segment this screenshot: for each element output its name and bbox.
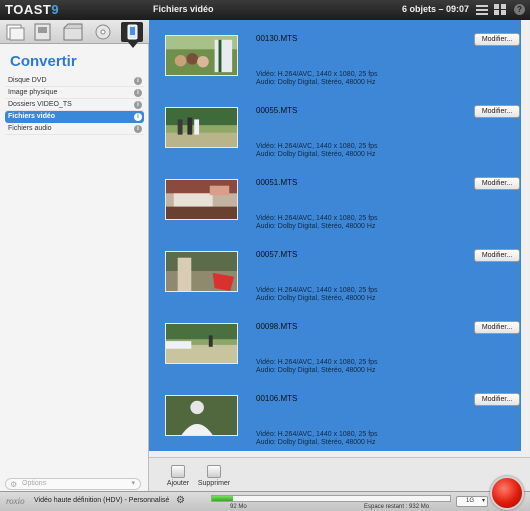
- audio-info: Audio: Dolby Digital, Stéréo, 48000 Hz: [256, 295, 376, 302]
- video-info: Vidéo: H.264/AVC, 1440 x 1080, 25 fps: [256, 287, 378, 294]
- file-name: 00130.MTS: [256, 34, 298, 43]
- options-button[interactable]: ⚙ Options ▾: [5, 478, 141, 490]
- video-thumbnail: [165, 107, 238, 148]
- modify-button[interactable]: Modifier...: [474, 177, 520, 190]
- menu-item-label: Image physique: [8, 89, 58, 96]
- audio-info: Audio: Dolby Digital, Stéréo, 48000 Hz: [256, 151, 376, 158]
- file-name: 00055.MTS: [256, 106, 298, 115]
- menu-item-video-files[interactable]: Fichiers vidéo i: [5, 111, 144, 123]
- record-button[interactable]: [490, 476, 524, 510]
- modify-button[interactable]: Modifier...: [474, 33, 520, 46]
- list-view-icon[interactable]: [476, 4, 488, 15]
- app-version: 9: [51, 2, 60, 17]
- file-row[interactable]: 00057.MTS Vidéo: H.264/AVC, 1440 x 1080,…: [149, 236, 521, 308]
- convert-device-icon: [127, 24, 138, 40]
- roxio-logo: roxio: [6, 496, 25, 506]
- file-row[interactable]: 00098.MTS Vidéo: H.264/AVC, 1440 x 1080,…: [149, 308, 521, 380]
- app-name: TOAST: [5, 2, 52, 17]
- file-list: 00130.MTS Vidéo: H.264/AVC, 1440 x 1080,…: [149, 20, 521, 451]
- video-info: Vidéo: H.264/AVC, 1440 x 1080, 25 fps: [256, 431, 378, 438]
- disc-size-select[interactable]: 1G ▾: [456, 496, 488, 507]
- audio-info: Audio: Dolby Digital, Stéréo, 48000 Hz: [256, 439, 376, 446]
- menu-item-label: Fichiers audio: [8, 125, 52, 132]
- file-row[interactable]: 00051.MTS Vidéo: H.264/AVC, 1440 x 1080,…: [149, 164, 521, 236]
- add-button[interactable]: Ajouter: [163, 465, 193, 487]
- settings-gear-icon[interactable]: ⚙: [176, 495, 185, 506]
- info-icon[interactable]: i: [134, 77, 142, 85]
- modify-button[interactable]: Modifier...: [474, 105, 520, 118]
- app-logo: TOAST9: [5, 2, 59, 17]
- video-thumbnail: [165, 323, 238, 364]
- section-title: Convertir: [10, 53, 77, 70]
- menu-item-video-ts-folders[interactable]: Dossiers VIDEO_TS i: [5, 99, 144, 111]
- file-row[interactable]: 00130.MTS Vidéo: H.264/AVC, 1440 x 1080,…: [149, 20, 521, 92]
- video-info: Vidéo: H.264/AVC, 1440 x 1080, 25 fps: [256, 71, 378, 78]
- delete-label: Supprimer: [197, 480, 231, 487]
- window-title: Fichiers vidéo: [153, 4, 214, 14]
- menu-item-dvd-disc[interactable]: Disque DVD i: [5, 75, 144, 87]
- add-file-icon: [171, 465, 185, 478]
- info-icon[interactable]: i: [134, 125, 142, 133]
- menu-item-label: Dossiers VIDEO_TS: [8, 101, 72, 108]
- audio-info: Audio: Dolby Digital, Stéréo, 48000 Hz: [256, 367, 376, 374]
- convert-menu: Disque DVD i Image physique i Dossiers V…: [5, 75, 144, 135]
- file-name: 00057.MTS: [256, 250, 298, 259]
- delete-button[interactable]: Supprimer: [197, 465, 231, 487]
- remaining-space: Espace restant : 932 Mo: [364, 504, 430, 510]
- delete-file-icon: [207, 465, 221, 478]
- chevron-down-icon: ▾: [131, 480, 135, 487]
- modify-button[interactable]: Modifier...: [474, 249, 520, 262]
- add-label: Ajouter: [166, 480, 190, 487]
- convert-tab[interactable]: [121, 22, 143, 48]
- modify-button[interactable]: Modifier...: [474, 393, 520, 406]
- info-icon[interactable]: i: [134, 89, 142, 97]
- info-icon[interactable]: i: [134, 113, 142, 121]
- file-name: 00051.MTS: [256, 178, 298, 187]
- audio-info: Audio: Dolby Digital, Stéréo, 48000 Hz: [256, 79, 376, 86]
- video-thumbnail: [165, 35, 238, 76]
- main-content: 00130.MTS Vidéo: H.264/AVC, 1440 x 1080,…: [149, 20, 530, 457]
- file-row[interactable]: 00106.MTS Vidéo: H.264/AVC, 1440 x 1080,…: [149, 380, 521, 451]
- video-info: Vidéo: H.264/AVC, 1440 x 1080, 25 fps: [256, 143, 378, 150]
- audio-tab-icon[interactable]: [32, 22, 54, 42]
- video-tab-icon[interactable]: [62, 22, 84, 42]
- capacity-fill: [212, 496, 234, 501]
- video-thumbnail: [165, 179, 238, 220]
- title-bar: TOAST9 Fichiers vidéo 6 objets – 09:07 ?: [0, 0, 530, 20]
- grid-view-icon[interactable]: [494, 4, 506, 15]
- menu-item-audio-files[interactable]: Fichiers audio i: [5, 123, 144, 135]
- item-count-clock: 6 objets – 09:07: [402, 4, 470, 14]
- video-info: Vidéo: H.264/AVC, 1440 x 1080, 25 fps: [256, 215, 378, 222]
- used-space: 92 Mo: [230, 504, 247, 510]
- category-tabs: [0, 20, 149, 48]
- video-thumbnail: [165, 395, 238, 436]
- gear-icon: ⚙: [10, 480, 18, 489]
- file-name: 00106.MTS: [256, 394, 298, 403]
- chevron-down-icon: ▾: [481, 498, 485, 504]
- video-info: Vidéo: H.264/AVC, 1440 x 1080, 25 fps: [256, 359, 378, 366]
- scrollbar[interactable]: [522, 20, 529, 451]
- menu-item-disc-image[interactable]: Image physique i: [5, 87, 144, 99]
- data-disc-tab-icon[interactable]: [4, 22, 26, 42]
- file-row[interactable]: 00055.MTS Vidéo: H.264/AVC, 1440 x 1080,…: [149, 92, 521, 164]
- sidebar: Convertir Disque DVD i Image physique i …: [0, 20, 149, 491]
- options-label: Options: [22, 480, 47, 487]
- menu-item-label: Fichiers vidéo: [8, 113, 56, 120]
- info-icon[interactable]: i: [134, 101, 142, 109]
- menu-item-label: Disque DVD: [8, 77, 47, 84]
- video-thumbnail: [165, 251, 238, 292]
- modify-button[interactable]: Modifier...: [474, 321, 520, 334]
- file-name: 00098.MTS: [256, 322, 298, 331]
- disc-size-value: 1G: [466, 498, 475, 504]
- capacity-meter: [211, 495, 451, 502]
- output-profile[interactable]: Vidéo haute définition (HDV) - Personnal…: [34, 497, 169, 504]
- help-icon[interactable]: ?: [514, 4, 525, 15]
- audio-info: Audio: Dolby Digital, Stéréo, 48000 Hz: [256, 223, 376, 230]
- status-bar: roxio Vidéo haute définition (HDV) - Per…: [0, 491, 530, 511]
- copy-tab-icon[interactable]: [92, 22, 114, 42]
- bottom-toolbar: Ajouter Supprimer: [149, 457, 530, 491]
